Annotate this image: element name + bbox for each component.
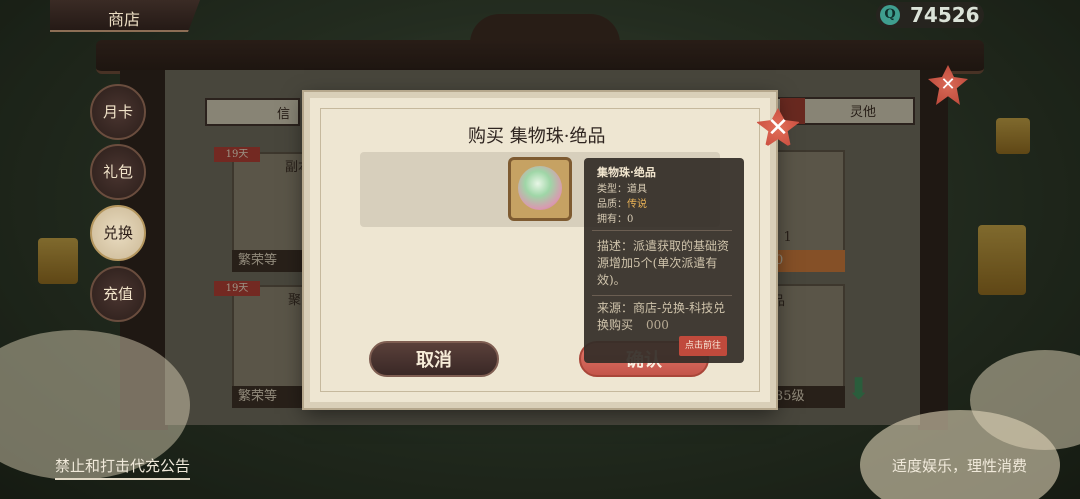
anti-proxy-recharge-notice-link[interactable]: 禁止和打击代充公告 (55, 455, 191, 480)
tooltip-type: 类型：道具 (597, 180, 647, 195)
sidebar-item-exchange[interactable]: 兑换 (90, 205, 146, 261)
price-partial: 000 (646, 318, 669, 332)
tooltip-type-value: 道具 (627, 184, 647, 195)
sidebar-item-monthly-card[interactable]: 月卡 (90, 84, 146, 140)
tooltip-owned-value: 0 (627, 214, 634, 225)
tooltip-quality: 品质：传说 (597, 195, 647, 210)
pearl-shell-icon (518, 166, 562, 210)
sidebar-item-recharge[interactable]: 充值 (90, 266, 146, 322)
cancel-button[interactable]: 取消 (369, 341, 499, 377)
goto-button[interactable]: 点击前往 (679, 336, 727, 356)
tooltip-item-name: 集物珠·绝品 (597, 166, 656, 179)
tooltip-owned: 拥有：0 (597, 210, 633, 225)
page-title: 商店 (108, 10, 141, 29)
dialog-title: 购买 集物珠·绝品 (468, 126, 606, 147)
currency-value: 74526 (910, 3, 980, 27)
tooltip-description: 描述：派遣获取的基础资源增加5个(单次派遣有效)。 (597, 239, 730, 287)
tooltip-quality-label: 品质： (597, 199, 627, 210)
tooltip-divider (592, 295, 732, 296)
tooltip-quality-value: 传说 (627, 199, 647, 210)
tooltip-divider (592, 230, 732, 231)
tooltip-owned-label: 拥有： (597, 214, 627, 225)
healthy-gaming-notice: 适度娱乐，理性消费 (892, 457, 1028, 475)
tooltip-type-label: 类型： (597, 184, 627, 195)
jade-currency-icon: Q (880, 5, 900, 25)
sidebar-item-gift-pack[interactable]: 礼包 (90, 144, 146, 200)
